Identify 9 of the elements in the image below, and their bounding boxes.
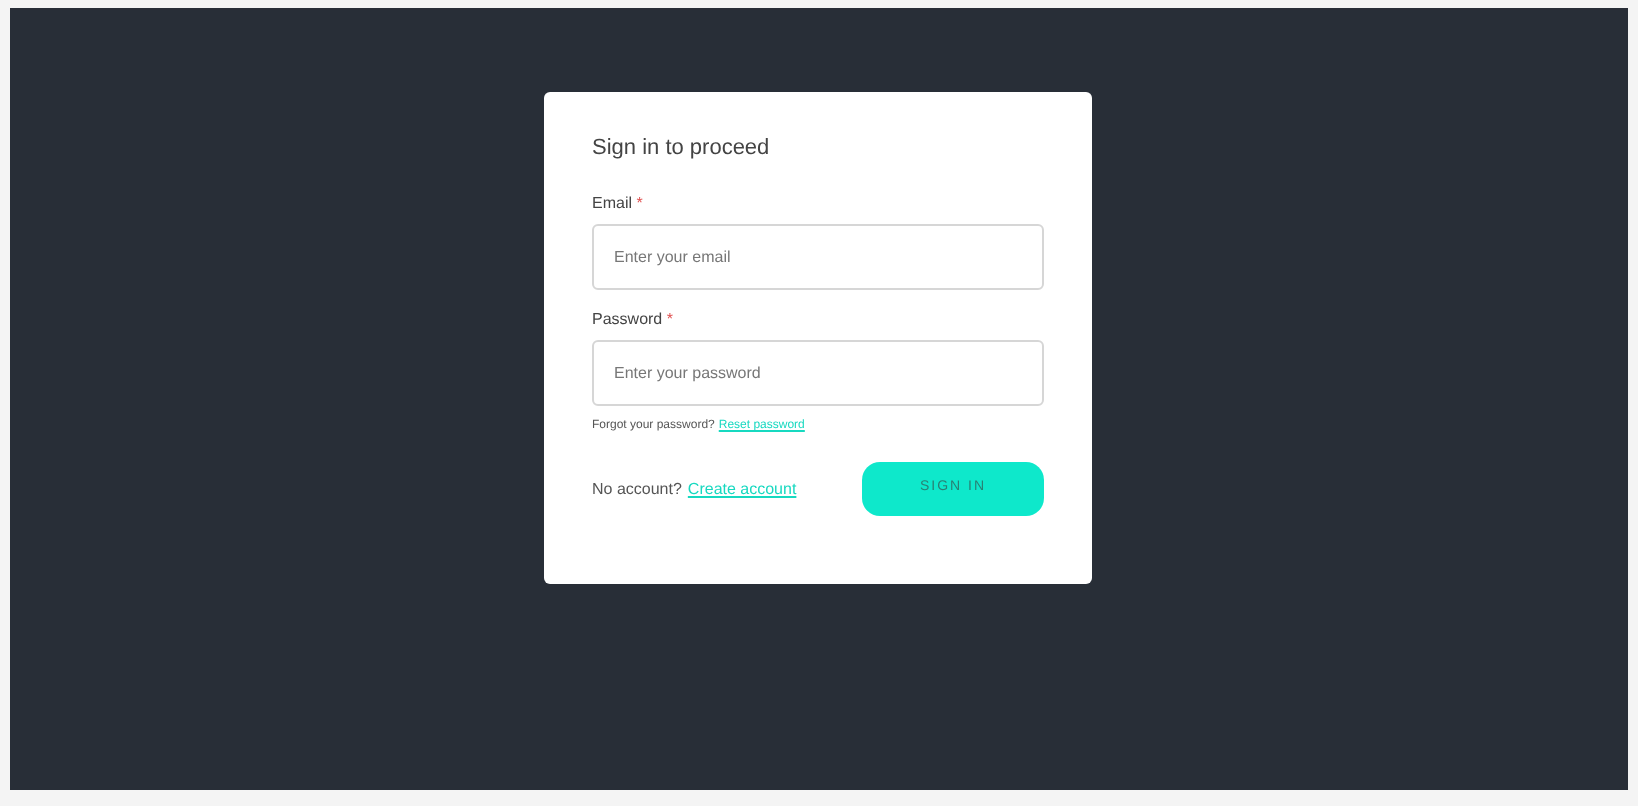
required-mark: *: [636, 194, 643, 212]
signup-text: No account?: [592, 477, 682, 501]
create-account-link[interactable]: Create account: [687, 477, 797, 501]
form-title: Sign in to proceed: [592, 134, 772, 162]
input-field[interactable]: Enter your email: [592, 224, 1044, 290]
field-label: Email: [592, 194, 633, 212]
required-mark: *: [666, 310, 673, 328]
input-field[interactable]: Enter your password: [592, 340, 1044, 406]
field-label: Password: [592, 310, 663, 328]
